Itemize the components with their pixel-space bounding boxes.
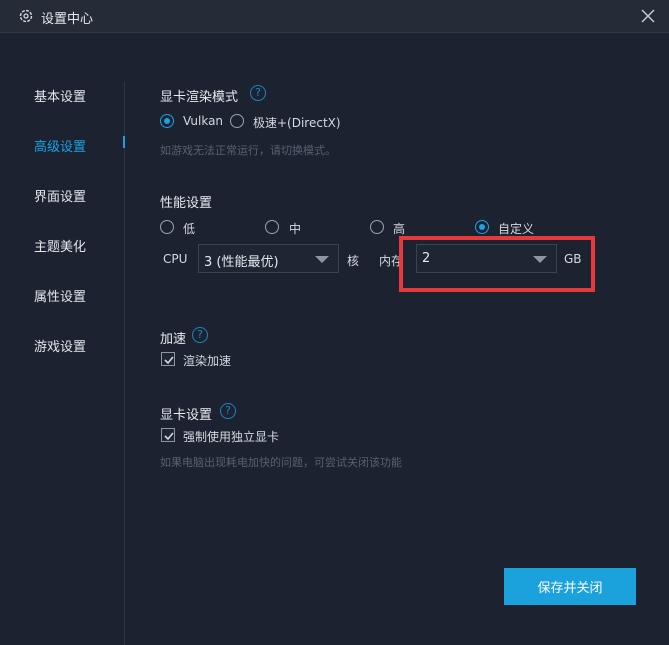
sidebar-divider: [124, 82, 125, 645]
radio-perf-high[interactable]: [370, 220, 384, 234]
sidebar-item-theme[interactable]: 主题美化: [34, 236, 122, 255]
gear-icon: [19, 9, 33, 23]
sidebar-item-advanced[interactable]: 高级设置: [34, 136, 122, 155]
cpu-unit-label: 核: [347, 254, 360, 268]
chevron-down-icon: [315, 256, 329, 263]
radio-perf-medium-label: 中: [289, 222, 302, 236]
save-and-close-button[interactable]: 保存并关闭: [504, 568, 636, 605]
memory-select[interactable]: 2: [416, 244, 557, 273]
radio-perf-low[interactable]: [160, 220, 174, 234]
close-icon[interactable]: [639, 7, 657, 25]
performance-title: 性能设置: [160, 196, 213, 211]
radio-perf-custom-label: 自定义: [498, 222, 535, 236]
check-icon: [164, 432, 174, 441]
help-icon[interactable]: ?: [250, 85, 266, 101]
radio-vulkan-label: Vulkan: [183, 114, 224, 128]
gpu-hint: 如果电脑出现耗电加快的问题，可尝试关闭该功能: [160, 456, 402, 469]
radio-perf-medium[interactable]: [265, 220, 279, 234]
window-title: 设置中心: [41, 12, 94, 27]
radio-perf-custom[interactable]: [475, 220, 489, 234]
render-mode-title: 显卡渲染模式: [160, 90, 239, 105]
render-acceleration-checkbox[interactable]: [161, 352, 175, 366]
render-hint: 如游戏无法正常运行，请切换模式。: [160, 144, 336, 157]
force-discrete-gpu-checkbox[interactable]: [161, 428, 175, 442]
acceleration-title: 加速: [160, 332, 187, 347]
sidebar-item-game[interactable]: 游戏设置: [34, 336, 122, 355]
gpu-settings-title: 显卡设置: [160, 408, 213, 423]
radio-perf-high-label: 高: [393, 222, 406, 236]
memory-unit-label: GB: [564, 252, 582, 266]
force-discrete-gpu-label: 强制使用独立显卡: [183, 430, 280, 444]
active-indicator: [123, 136, 125, 148]
help-icon[interactable]: ?: [220, 403, 236, 419]
title-bar: 设置中心: [0, 0, 669, 33]
cpu-label: CPU: [163, 252, 188, 266]
sidebar-item-properties[interactable]: 属性设置: [34, 286, 122, 305]
radio-perf-low-label: 低: [183, 222, 196, 236]
chevron-down-icon: [533, 256, 547, 263]
check-icon: [164, 356, 174, 365]
cpu-select[interactable]: 3 (性能最优): [198, 244, 339, 273]
render-acceleration-label: 渲染加速: [183, 354, 232, 368]
radio-directx-label: 极速+(DirectX): [253, 116, 341, 130]
radio-vulkan[interactable]: [160, 114, 174, 128]
sidebar-item-interface[interactable]: 界面设置: [34, 186, 122, 205]
radio-directx[interactable]: [230, 114, 244, 128]
help-icon[interactable]: ?: [192, 327, 208, 343]
memory-select-value: 2: [422, 251, 431, 266]
cpu-select-value: 3 (性能最优): [204, 255, 279, 270]
sidebar-item-basic[interactable]: 基本设置: [34, 86, 122, 105]
